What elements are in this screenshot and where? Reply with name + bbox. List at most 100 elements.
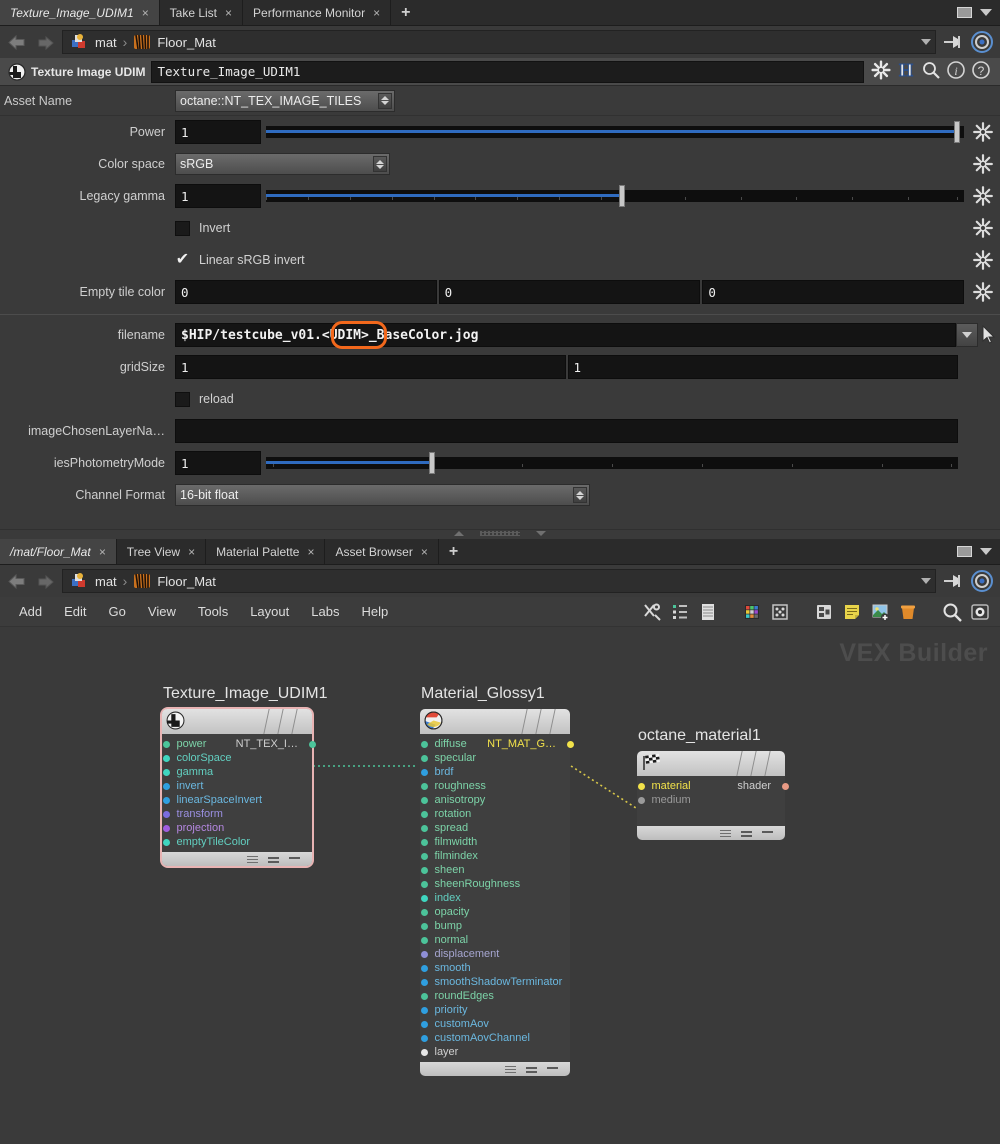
node-port-power[interactable]: power NT_TEX_I…: [162, 737, 316, 751]
port-dot[interactable]: [162, 754, 170, 762]
param-input-filename[interactable]: $HIP/testcube_v01.<UDIM>_BaseColor.jog: [175, 321, 956, 349]
forward-arrow-icon[interactable]: [34, 572, 56, 590]
maximize-icon[interactable]: [957, 546, 972, 557]
port-dot[interactable]: [420, 978, 428, 986]
output-dot[interactable]: [566, 740, 574, 748]
node-port-gamma[interactable]: gamma: [162, 765, 312, 779]
node-flag-bypass-icon[interactable]: [547, 1067, 558, 1069]
port-dot[interactable]: [162, 838, 170, 846]
port-dot[interactable]: [420, 768, 428, 776]
node-port-filmindex[interactable]: filmindex: [420, 849, 570, 863]
spinner-icon[interactable]: [378, 92, 392, 109]
gear-icon[interactable]: [972, 153, 994, 175]
port-dot[interactable]: [420, 922, 428, 930]
tab-material-palette[interactable]: Material Palette ×: [206, 539, 326, 564]
port-dot[interactable]: [420, 796, 428, 804]
param-input-power[interactable]: 1: [175, 120, 261, 144]
port-dot[interactable]: [420, 1048, 428, 1056]
asset-name-combo[interactable]: octane::NT_TEX_IMAGE_TILES: [175, 89, 395, 112]
node-port-transform[interactable]: transform: [162, 807, 312, 821]
tab-close-icon[interactable]: ×: [142, 7, 149, 19]
node-port-priority[interactable]: priority: [420, 1003, 570, 1017]
gear-icon[interactable]: [972, 281, 994, 303]
node-flag-display-icon[interactable]: [720, 829, 731, 837]
param-checkbox-invert[interactable]: [175, 220, 190, 236]
node-port-emptytilecolor[interactable]: emptyTileColor: [162, 835, 312, 849]
tab-tree-view[interactable]: Tree View ×: [116, 539, 207, 564]
chevron-down-icon[interactable]: [980, 548, 992, 555]
port-dot[interactable]: [162, 796, 170, 804]
port-dot[interactable]: [420, 1034, 428, 1042]
port-dot[interactable]: [420, 908, 428, 916]
node-flag-bypass-icon[interactable]: [762, 831, 773, 833]
panel-splitter[interactable]: [0, 529, 1000, 539]
add-tab-button[interactable]: +: [391, 0, 420, 25]
back-arrow-icon[interactable]: [6, 33, 28, 51]
node-port-sheenroughness[interactable]: sheenRoughness: [420, 877, 570, 891]
param-checkbox-linear-srgb-invert[interactable]: ✔: [175, 252, 190, 268]
forward-arrow-icon[interactable]: [34, 33, 56, 51]
port-dot[interactable]: [162, 782, 170, 790]
tab-close-icon[interactable]: ×: [373, 7, 380, 19]
tab-performance-monitor[interactable]: Performance Monitor ×: [243, 0, 392, 25]
search-icon[interactable]: [921, 60, 941, 83]
file-chooser-icon[interactable]: [978, 323, 1000, 347]
node-port-material[interactable]: material shader: [637, 779, 789, 793]
port-dot[interactable]: [420, 1020, 428, 1028]
port-dot[interactable]: [162, 740, 170, 748]
node-port-rotation[interactable]: rotation: [420, 807, 570, 821]
pin-icon[interactable]: [942, 31, 964, 53]
node-port-linearspaceinvert[interactable]: linearSpaceInvert: [162, 793, 312, 807]
node-port-smooth[interactable]: smooth: [420, 961, 570, 975]
gear-icon[interactable]: [972, 185, 994, 207]
tools-icon[interactable]: [640, 600, 664, 624]
node-port-anisotropy[interactable]: anisotropy: [420, 793, 570, 807]
menu-labs[interactable]: Labs: [300, 597, 350, 627]
node-port-customaov[interactable]: customAov: [420, 1017, 570, 1031]
node-port-opacity[interactable]: opacity: [420, 905, 570, 919]
maximize-icon[interactable]: [957, 7, 972, 18]
param-checkbox-reload[interactable]: [175, 391, 190, 407]
node-texture-image-udim1[interactable]: power NT_TEX_I… colorSpace gamma invert …: [162, 709, 316, 866]
param-input-legacy-gamma[interactable]: 1: [175, 184, 261, 208]
param-input-ies-photometry-mode[interactable]: 1: [175, 451, 261, 475]
param-input-gridsize-x[interactable]: 1: [175, 355, 566, 379]
tab-take-list[interactable]: Take List ×: [159, 0, 244, 25]
node-footer-flags[interactable]: [162, 852, 312, 866]
node-material-glossy1[interactable]: diffuse NT_MAT_G… specular brdf roughnes…: [420, 709, 574, 1076]
node-port-medium[interactable]: medium: [637, 793, 785, 807]
node-header[interactable]: [162, 709, 312, 734]
port-dot[interactable]: [420, 838, 428, 846]
collapse-down-icon[interactable]: [536, 531, 546, 536]
help-icon[interactable]: ?: [971, 60, 991, 83]
menu-edit[interactable]: Edit: [53, 597, 97, 627]
tab-texture-image-udim1[interactable]: Texture_Image_UDIM1 ×: [0, 0, 160, 25]
node-footer-flags[interactable]: [637, 826, 785, 840]
node-port-colorspace[interactable]: colorSpace: [162, 751, 312, 765]
node-port-smoothshadowterminator[interactable]: smoothShadowTerminator: [420, 975, 570, 989]
param-input-empty-tile-color-g[interactable]: 0: [438, 280, 701, 304]
splitter-grip[interactable]: [480, 531, 520, 536]
port-dot[interactable]: [420, 754, 428, 762]
output-dot[interactable]: [308, 740, 316, 748]
tab-close-icon[interactable]: ×: [307, 546, 314, 558]
menu-layout[interactable]: Layout: [239, 597, 300, 627]
param-slider-ies-photometry-mode[interactable]: [266, 451, 958, 475]
menu-go[interactable]: Go: [98, 597, 137, 627]
port-dot[interactable]: [420, 880, 428, 888]
node-flag-display-icon[interactable]: [247, 855, 258, 863]
target-node-icon[interactable]: [970, 30, 994, 54]
output-dot[interactable]: [781, 782, 789, 790]
tab-asset-browser[interactable]: Asset Browser ×: [325, 539, 439, 564]
param-input-gridsize-y[interactable]: 1: [567, 355, 958, 379]
sticky-note-icon[interactable]: [840, 600, 864, 624]
node-port-projection[interactable]: projection: [162, 821, 312, 835]
node-port-layer[interactable]: layer: [420, 1045, 570, 1059]
tab-close-icon[interactable]: ×: [99, 546, 106, 558]
display-icon[interactable]: [968, 600, 992, 624]
breadcrumb-dropdown-icon[interactable]: [921, 578, 931, 584]
pin-icon[interactable]: [942, 570, 964, 592]
spinner-icon[interactable]: [573, 487, 587, 503]
gear-icon[interactable]: [871, 60, 891, 83]
info-icon[interactable]: i: [946, 60, 966, 83]
